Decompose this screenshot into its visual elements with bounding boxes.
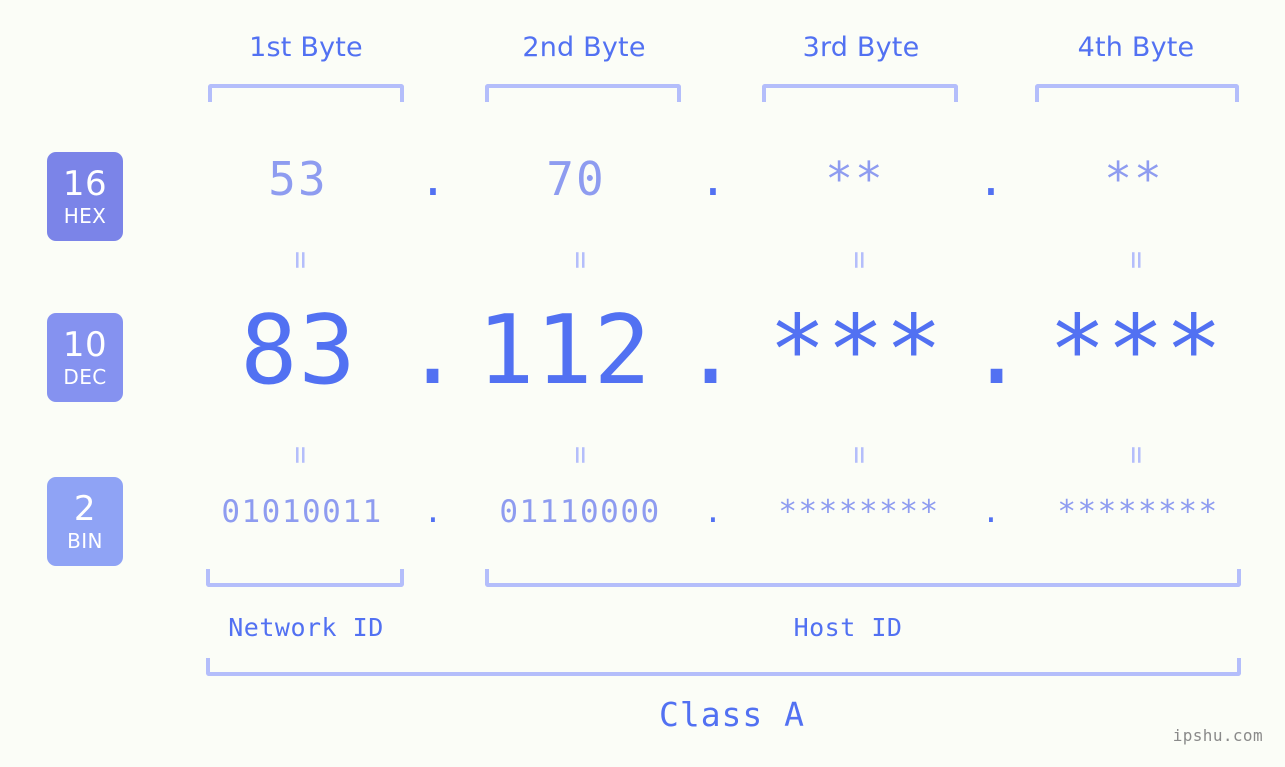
byte-bracket-2: [485, 84, 681, 102]
dec-separator-1: .: [404, 296, 462, 406]
bin-separator-1: .: [423, 494, 443, 530]
host-id-label: Host ID: [793, 613, 903, 642]
hex-separator-2: .: [699, 152, 727, 206]
hex-byte-2: 70: [546, 152, 606, 206]
hex-byte-4: **: [1104, 152, 1164, 206]
hex-byte-3: **: [825, 152, 885, 206]
host-id-bracket: [485, 569, 1241, 587]
radix-badge-dec: 10 DEC: [47, 313, 123, 402]
class-bracket: [206, 658, 1241, 676]
byte-bracket-1: [208, 84, 404, 102]
equals-connector-hex-dec-4: =: [1119, 250, 1154, 270]
equals-connector-hex-dec-3: =: [842, 250, 877, 270]
network-id-bracket: [206, 569, 404, 587]
byte-header-1: 1st Byte: [249, 32, 363, 63]
equals-connector-dec-bin-2: =: [563, 445, 598, 465]
hex-separator-3: .: [977, 152, 1005, 206]
dec-byte-3: ***: [768, 296, 944, 406]
bin-byte-1: 01010011: [221, 494, 383, 530]
site-watermark: ipshu.com: [1172, 726, 1263, 745]
hex-byte-1: 53: [268, 152, 328, 206]
dec-byte-1: 83: [240, 296, 357, 406]
hex-separator-1: .: [419, 152, 447, 206]
bin-byte-4: ********: [1057, 494, 1219, 530]
dec-separator-2: .: [682, 296, 740, 406]
radix-badge-hex-name: HEX: [63, 204, 107, 228]
radix-badge-dec-number: 10: [62, 325, 108, 365]
radix-badge-bin-name: BIN: [67, 529, 103, 553]
dec-byte-2: 112: [477, 296, 652, 406]
equals-connector-hex-dec-1: =: [283, 250, 318, 270]
byte-header-3: 3rd Byte: [802, 32, 920, 63]
bin-separator-2: .: [703, 494, 723, 530]
byte-header-2: 2nd Byte: [522, 32, 646, 63]
equals-connector-dec-bin-1: =: [283, 445, 318, 465]
byte-bracket-3: [762, 84, 958, 102]
equals-connector-hex-dec-2: =: [563, 250, 598, 270]
byte-bracket-4: [1035, 84, 1239, 102]
network-id-label: Network ID: [228, 613, 384, 642]
byte-header-4: 4th Byte: [1077, 32, 1195, 63]
dec-byte-4: ***: [1048, 296, 1224, 406]
ip-address-breakdown-diagram: 1st Byte 2nd Byte 3rd Byte 4th Byte 16 H…: [0, 0, 1285, 767]
bin-separator-3: .: [981, 494, 1001, 530]
equals-connector-dec-bin-3: =: [842, 445, 877, 465]
radix-badge-dec-name: DEC: [63, 365, 107, 389]
bin-byte-2: 01110000: [499, 494, 661, 530]
radix-badge-bin: 2 BIN: [47, 477, 123, 566]
radix-badge-bin-number: 2: [73, 489, 97, 529]
equals-connector-dec-bin-4: =: [1119, 445, 1154, 465]
dec-separator-3: .: [968, 296, 1026, 406]
class-label: Class A: [658, 695, 806, 734]
radix-badge-hex: 16 HEX: [47, 152, 123, 241]
bin-byte-3: ********: [778, 494, 940, 530]
radix-badge-hex-number: 16: [62, 164, 108, 204]
